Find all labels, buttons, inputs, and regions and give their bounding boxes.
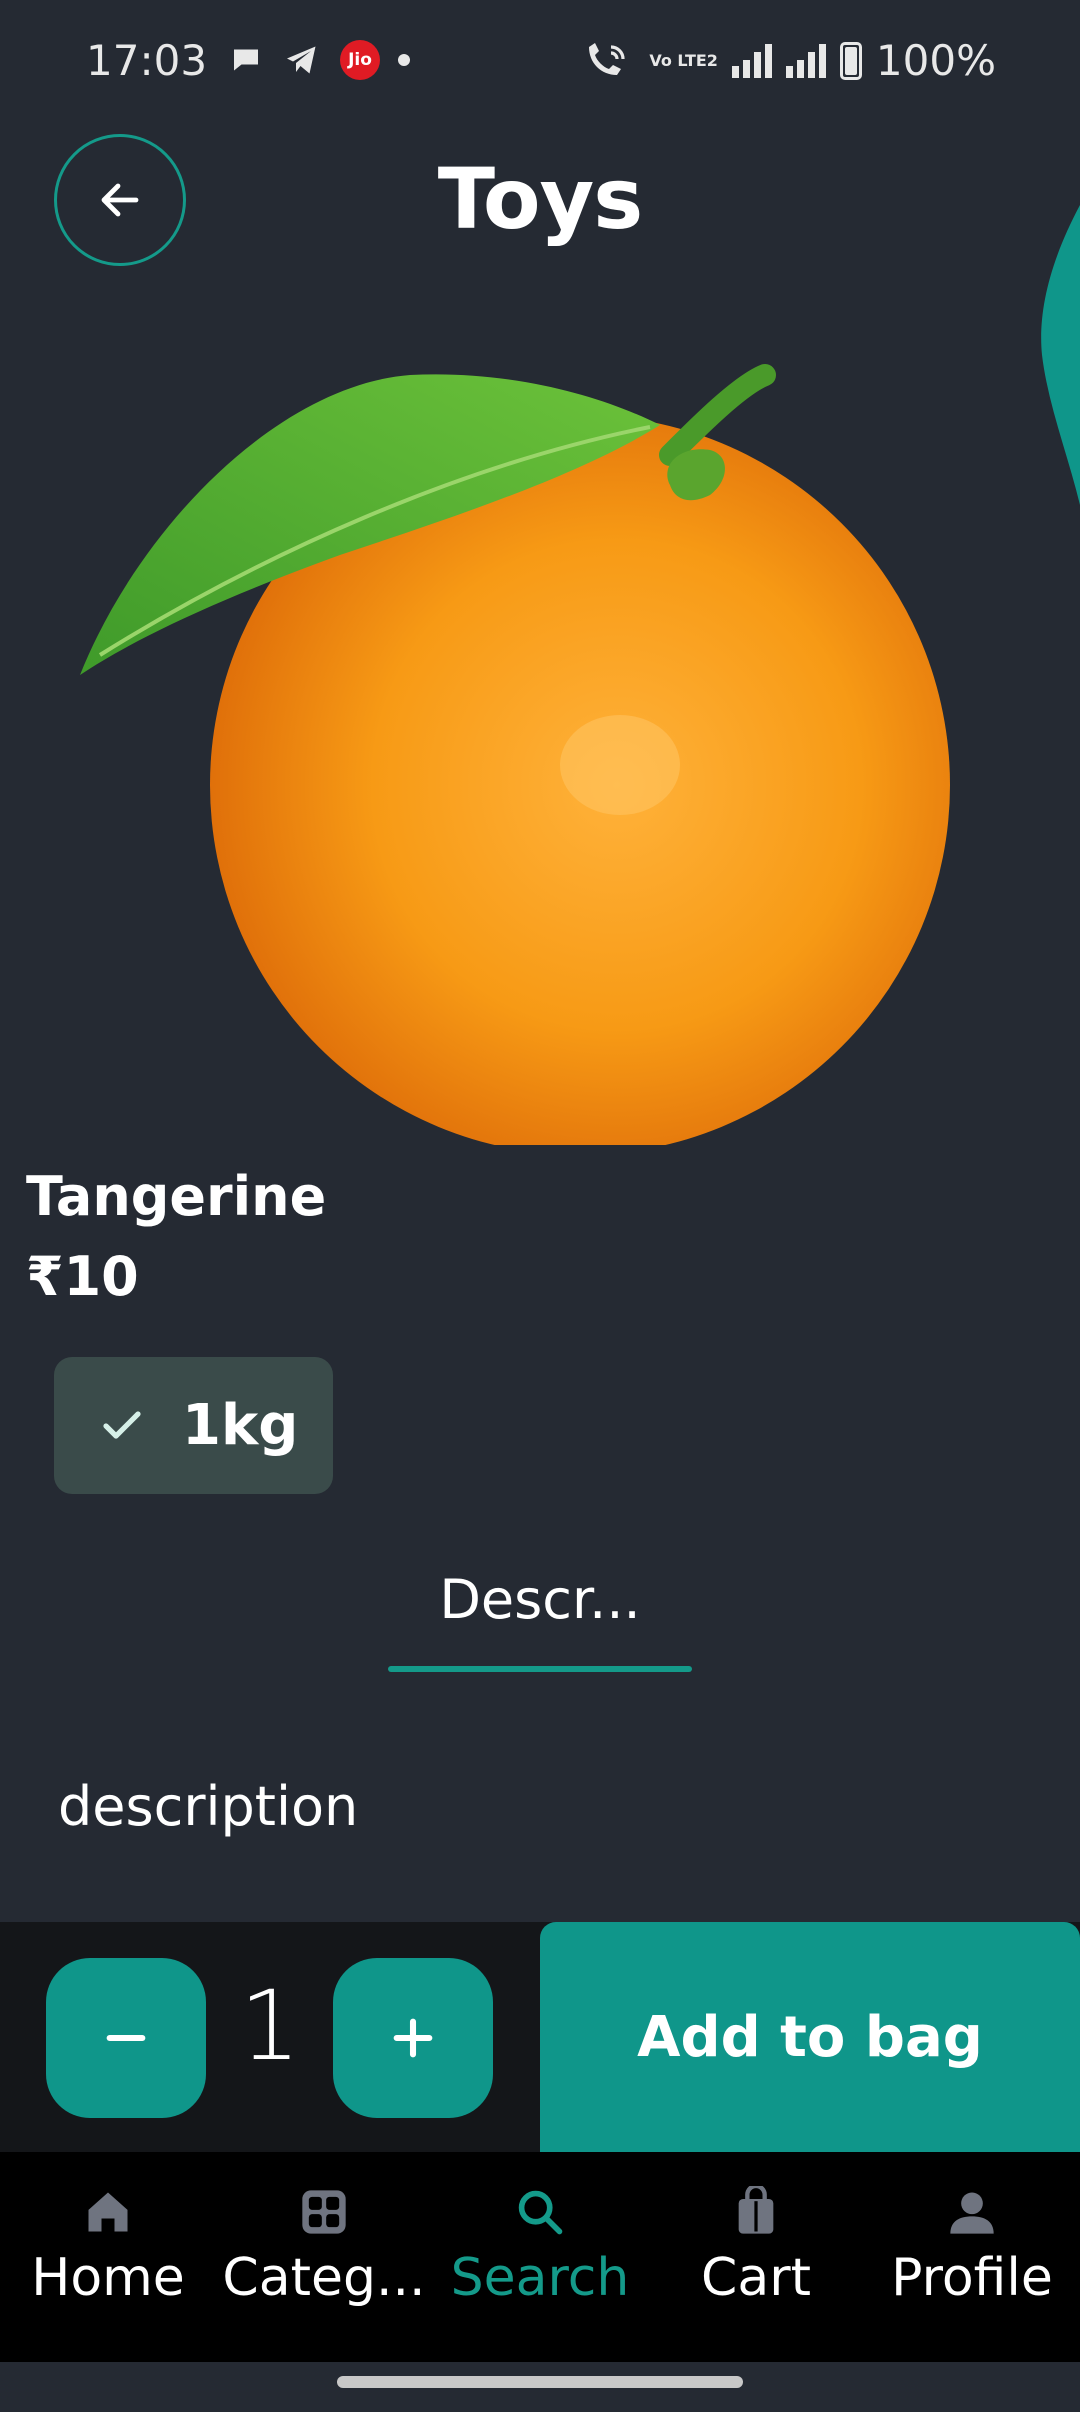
person-icon [950,2192,994,2234]
nav-label-cart: Cart [701,2248,811,2308]
check-icon [103,1410,141,1439]
volte-label: Vo LTE2 [649,50,718,70]
wifi-call-icon [589,42,625,75]
notification-icons: Jio [228,40,410,80]
tab-description[interactable]: Descr... [388,1560,692,1672]
status-bar: 17:03 Jio Vo LTE2 100% [0,0,1080,125]
chat-icon [234,49,258,71]
signal-1-icon [731,43,772,78]
bottom-nav: Home Categ... Search Cart Profile [0,2152,1080,2362]
bag-icon [738,2186,774,2234]
variant-label: 1kg [182,1393,299,1458]
add-to-bag-button[interactable]: Add to bag [540,1922,1080,2152]
nav-item-categories[interactable]: Categ... [216,2152,432,2362]
product-name: Tangerine [26,1165,327,1228]
jio-icon: Jio [340,40,380,80]
product-image [80,364,950,1145]
signal-2-icon [785,43,826,78]
search-icon [518,2190,563,2235]
minus-icon [106,2034,146,2042]
plus-icon [393,2018,433,2058]
nav-label-profile: Profile [891,2248,1053,2308]
quantity-value: 1 [239,1970,301,2082]
tab-indicator [388,1666,692,1672]
page-title: Toys [437,150,644,248]
decrease-quantity-button[interactable] [46,1958,206,2118]
nav-item-home[interactable]: Home [0,2152,216,2362]
system-icons: Vo LTE2 100% [583,36,996,85]
product-price: ₹10 [26,1245,139,1308]
home-indicator[interactable] [337,2376,743,2388]
volte-icon: Vo LTE2 [649,50,718,70]
home-icon [88,2192,128,2232]
nav-label-home: Home [31,2248,185,2308]
increase-quantity-button[interactable] [333,1958,493,2118]
telegram-icon [287,46,316,74]
nav-item-search[interactable]: Search [432,2152,648,2362]
battery-icon [839,41,862,80]
nav-label-search: Search [450,2248,630,2308]
nav-item-cart[interactable]: Cart [648,2152,864,2362]
battery-percent: 100% [875,36,996,85]
tab-description-label: Descr... [439,1568,641,1631]
description-text: description [58,1775,359,1838]
more-notifications-dot [398,54,410,66]
decorative-blob [1041,205,1080,505]
nav-label-categories: Categ... [222,2248,426,2308]
status-time: 17:03 [86,36,208,85]
variant-chip-1kg[interactable]: 1kg [54,1357,333,1494]
nav-item-profile[interactable]: Profile [864,2152,1080,2362]
grid-icon [302,2190,346,2234]
